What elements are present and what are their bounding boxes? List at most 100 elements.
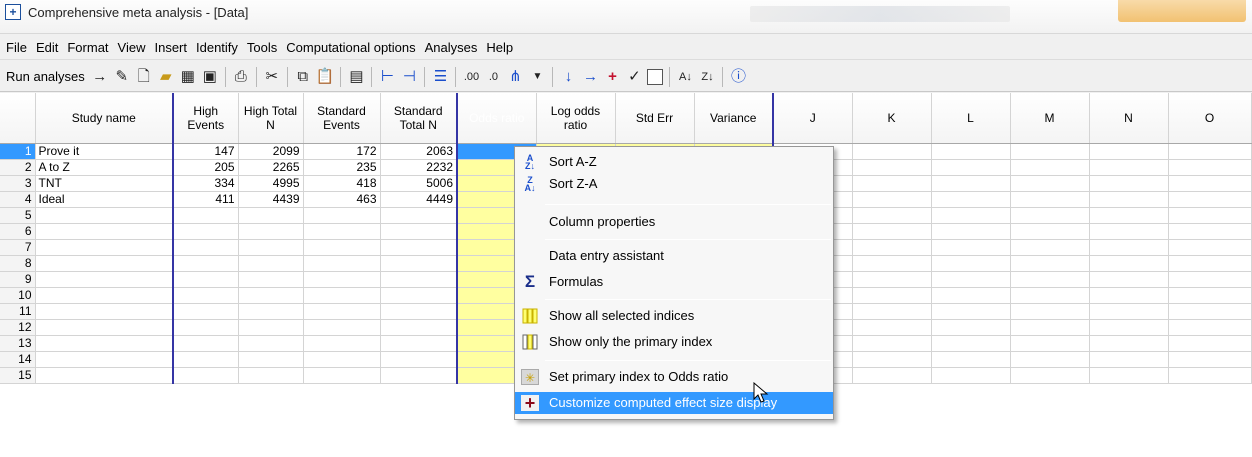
row-number[interactable]: 2 <box>0 159 36 176</box>
column-header-standard-events[interactable]: Standard Events <box>303 93 381 144</box>
column-m-cell[interactable] <box>1010 287 1090 304</box>
column-k-cell[interactable] <box>852 143 932 160</box>
column-l-cell[interactable] <box>931 367 1011 384</box>
column-l-cell[interactable] <box>931 319 1011 336</box>
column-header-m[interactable]: M <box>1010 93 1090 144</box>
column-n-cell[interactable] <box>1089 303 1169 320</box>
high-total-cell[interactable] <box>238 223 304 240</box>
high-events-cell[interactable] <box>173 271 239 288</box>
column-m-cell[interactable] <box>1010 367 1090 384</box>
standard-total-cell[interactable]: 2063 <box>380 143 458 160</box>
column-m-cell[interactable] <box>1010 239 1090 256</box>
column-m-cell[interactable] <box>1010 335 1090 352</box>
menu-item-set-primary-index[interactable]: ✳ Set primary index to Odds ratio <box>515 366 833 388</box>
row-number[interactable]: 11 <box>0 303 36 320</box>
study-name-cell[interactable] <box>35 287 174 304</box>
column-n-cell[interactable] <box>1089 255 1169 272</box>
column-l-cell[interactable] <box>931 239 1011 256</box>
standard-total-cell[interactable]: 5006 <box>380 175 458 192</box>
column-m-cell[interactable] <box>1010 319 1090 336</box>
standard-total-cell[interactable] <box>380 303 458 320</box>
menu-computational-options[interactable]: Computational options <box>286 40 415 55</box>
high-events-cell[interactable] <box>173 223 239 240</box>
column-m-cell[interactable] <box>1010 175 1090 192</box>
column-o-cell[interactable] <box>1168 159 1252 176</box>
column-l-cell[interactable] <box>931 143 1011 160</box>
menu-insert[interactable]: Insert <box>154 40 187 55</box>
study-name-cell[interactable] <box>35 239 174 256</box>
high-events-cell[interactable] <box>173 303 239 320</box>
standard-events-cell[interactable] <box>303 335 381 352</box>
high-events-cell[interactable]: 147 <box>173 143 239 160</box>
row-number[interactable]: 3 <box>0 175 36 192</box>
high-total-cell[interactable]: 2265 <box>238 159 304 176</box>
column-l-cell[interactable] <box>931 191 1011 208</box>
column-l-cell[interactable] <box>931 207 1011 224</box>
standard-events-cell[interactable]: 235 <box>303 159 381 176</box>
row-number[interactable]: 12 <box>0 319 36 336</box>
column-k-cell[interactable] <box>852 367 932 384</box>
standard-total-cell[interactable]: 2232 <box>380 159 458 176</box>
column-o-cell[interactable] <box>1168 175 1252 192</box>
study-name-cell[interactable] <box>35 367 174 384</box>
column-o-cell[interactable] <box>1168 239 1252 256</box>
column-n-cell[interactable] <box>1089 367 1169 384</box>
standard-total-cell[interactable]: 4449 <box>380 191 458 208</box>
high-total-cell[interactable] <box>238 335 304 352</box>
column-n-cell[interactable] <box>1089 207 1169 224</box>
column-k-cell[interactable] <box>852 351 932 368</box>
menu-help[interactable]: Help <box>486 40 513 55</box>
column-k-cell[interactable] <box>852 175 932 192</box>
column-o-cell[interactable] <box>1168 303 1252 320</box>
high-total-cell[interactable] <box>238 207 304 224</box>
study-name-cell[interactable] <box>35 223 174 240</box>
standard-events-cell[interactable] <box>303 255 381 272</box>
run-analyses-button[interactable]: Run analyses <box>6 69 85 84</box>
standard-events-cell[interactable] <box>303 207 381 224</box>
plus-icon[interactable]: + <box>603 67 621 87</box>
column-icon[interactable]: ⋔ <box>506 67 524 87</box>
column-k-cell[interactable] <box>852 271 932 288</box>
column-m-cell[interactable] <box>1010 223 1090 240</box>
column-k-cell[interactable] <box>852 159 932 176</box>
high-events-cell[interactable] <box>173 287 239 304</box>
row-number[interactable]: 4 <box>0 191 36 208</box>
cut-icon[interactable]: ✂ <box>263 67 281 87</box>
column-n-cell[interactable] <box>1089 143 1169 160</box>
column-n-cell[interactable] <box>1089 223 1169 240</box>
column-n-cell[interactable] <box>1089 239 1169 256</box>
copy-icon[interactable]: ⧉ <box>294 67 312 87</box>
column-m-cell[interactable] <box>1010 207 1090 224</box>
menu-file[interactable]: File <box>6 40 27 55</box>
standard-events-cell[interactable] <box>303 319 381 336</box>
info-icon[interactable]: ⓘ <box>729 67 747 87</box>
column-l-cell[interactable] <box>931 175 1011 192</box>
high-events-cell[interactable] <box>173 207 239 224</box>
arrow-right-icon[interactable]: → <box>91 67 109 87</box>
menu-item-sort-a-z[interactable]: A Z↓ Sort A-Z <box>515 151 833 173</box>
menu-tools[interactable]: Tools <box>247 40 277 55</box>
menu-edit[interactable]: Edit <box>36 40 58 55</box>
dropdown-icon[interactable]: ▼ <box>528 67 546 87</box>
increase-decimals-icon[interactable]: .00 <box>462 67 480 87</box>
column-k-cell[interactable] <box>852 255 932 272</box>
menu-item-customize-effect-size-display[interactable]: + Customize computed effect size display <box>515 392 833 414</box>
paste-icon[interactable]: 📋 <box>316 67 335 87</box>
increase-indent-icon[interactable]: ⊢ <box>378 67 396 87</box>
column-o-cell[interactable] <box>1168 271 1252 288</box>
menu-item-formulas[interactable]: Σ Formulas <box>515 271 833 293</box>
column-l-cell[interactable] <box>931 351 1011 368</box>
row-number[interactable]: 14 <box>0 351 36 368</box>
column-header-standard-total[interactable]: Standard Total N <box>380 93 458 144</box>
column-header-n[interactable]: N <box>1089 93 1169 144</box>
menu-item-data-entry-assistant[interactable]: Data entry assistant <box>515 245 833 267</box>
column-l-cell[interactable] <box>931 335 1011 352</box>
high-total-cell[interactable] <box>238 239 304 256</box>
column-m-cell[interactable] <box>1010 351 1090 368</box>
check-icon[interactable]: ✓ <box>625 67 643 87</box>
column-o-cell[interactable] <box>1168 143 1252 160</box>
row-number[interactable]: 10 <box>0 287 36 304</box>
column-o-cell[interactable] <box>1168 207 1252 224</box>
high-total-cell[interactable] <box>238 351 304 368</box>
column-header-log-odds-ratio[interactable]: Log odds ratio <box>536 93 616 144</box>
